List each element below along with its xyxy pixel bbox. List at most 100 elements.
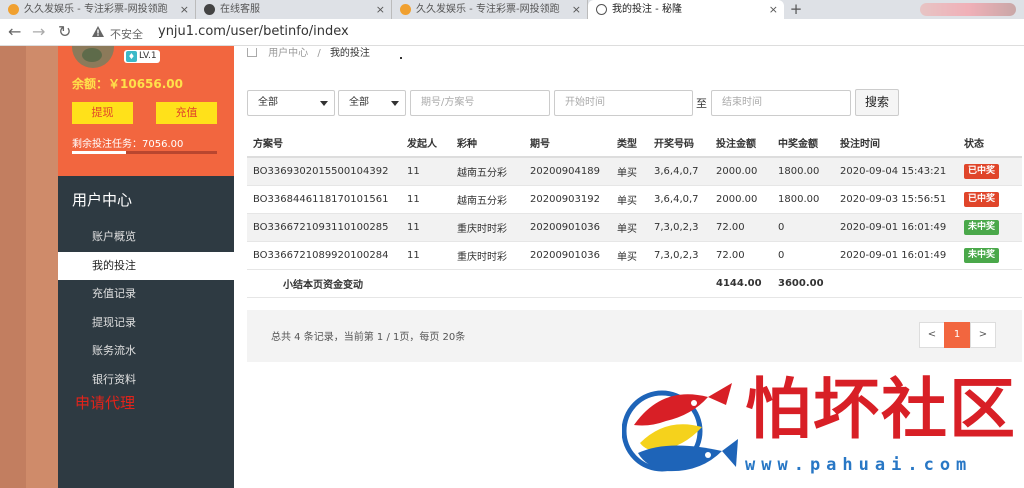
cell-issue: 20200903192 [524,185,611,214]
status-badge: 未中奖 [964,219,1000,235]
watermark-url: www.pahuai.com [745,455,973,475]
breadcrumb: 用户中心 / 我的投注 [247,44,370,59]
close-tab-icon[interactable]: × [572,0,581,19]
table-row: BO3366721093110100285 11 重庆时时彩 20200901036 单… [247,213,1022,242]
plan-id-link[interactable]: BO3366721093110100285 [247,213,401,242]
cell-draw: 3,6,4,0,7 [648,185,710,214]
browser-tab[interactable]: 在线客服 × [196,0,392,19]
summary-label: 小结本页资金变动 [247,269,710,298]
home-icon[interactable] [247,48,257,57]
sidebar-menu-item[interactable]: 银行资料 [58,366,234,394]
search-button[interactable]: 搜索 [855,89,899,116]
cell-win: 1800.00 [772,157,834,186]
breadcrumb-current: 我的投注 [329,48,370,59]
cell-time: 2020-09-01 16:01:49 [834,213,958,242]
level-badge: ♦ LV.1 [124,50,160,63]
column-header: 投注时间 [834,128,958,158]
cell-time: 2020-09-01 16:01:49 [834,241,958,270]
reload-icon[interactable]: ↻ [58,23,71,41]
browser-tab-bar: 久久发娱乐 - 专注彩票-网投领跑 × 在线客服 × 久久发娱乐 - 专注彩票-网投领跑… [0,0,1024,19]
sidebar-menu-item[interactable]: 账务流水 [58,337,234,365]
cell-bet: 72.00 [710,213,772,242]
insecure-label[interactable]: 不安全 [110,26,143,42]
new-tab-button[interactable]: + [784,0,808,19]
lottery-type-select[interactable]: 全部 [247,90,335,116]
globe-icon [596,4,607,15]
cell-type: 单买 [611,185,648,214]
cell-win: 0 [772,241,834,270]
browser-tab[interactable]: 久久发娱乐 - 专注彩票-网投领跑 × [0,0,196,19]
cell-bet: 72.00 [710,241,772,270]
column-header: 中奖金额 [772,128,834,158]
to-label: 至 [696,97,707,110]
sidebar-menu-item[interactable]: 账户概览 [58,223,234,251]
page-background-strip [0,46,58,488]
chevron-down-icon [320,101,328,106]
sidebar-menu-item[interactable]: 我的投注 [58,251,234,280]
apply-agent-link[interactable]: 申请代理 [75,392,135,413]
column-header: 期号 [524,128,611,158]
close-tab-icon[interactable]: × [180,0,189,19]
cell-win: 0 [772,213,834,242]
next-page-button[interactable]: > [970,322,996,348]
url-text[interactable]: ynju1.com/user/betinfo/index [158,24,349,39]
balance: 余额：￥10656.00 [72,77,184,91]
breadcrumb-parent[interactable]: 用户中心 [268,48,308,59]
close-tab-icon[interactable]: × [769,0,778,19]
plan-id-link[interactable]: BO3368446118170101561 [247,185,401,214]
bets-table: 方案号 发起人 彩种 期号 类型 开奖号码 投注金额 中奖金额 投注时间 状态 BO3369302… [247,128,1022,298]
cell-issue: 20200901036 [524,241,611,270]
summary-win-total: 3600.00 [772,269,834,298]
profile-avatar[interactable] [920,3,1016,16]
menu-title: 用户中心 [72,191,133,209]
cell-initiator: 11 [401,157,451,186]
withdraw-button[interactable]: 提现 [72,102,133,124]
pagination-bar: 总共 4 条记录，当前第 1 / 1页，每页 20条 < 1 > [247,310,1022,362]
cell-time: 2020-09-04 15:43:21 [834,157,958,186]
fish-logo-icon [622,383,738,472]
user-card: ♦ LV.1 余额：￥10656.00 提现 充值 剩余投注任务：7056.00 [58,46,234,176]
start-time-input[interactable]: 开始时间 [554,90,693,116]
support-icon [204,4,215,15]
forward-icon[interactable]: → [32,23,45,41]
column-header: 开奖号码 [648,128,710,158]
cell-status: 未中奖 [958,213,1022,242]
deposit-button[interactable]: 充值 [156,102,217,124]
cell-type: 单买 [611,241,648,270]
remaining-task: 剩余投注任务：7056.00 [72,139,184,150]
cell-initiator: 11 [401,185,451,214]
summary-empty [834,269,1022,298]
plan-search-input[interactable]: 期号/方案号 [410,90,550,116]
back-icon[interactable]: ← [8,23,21,41]
prev-page-button[interactable]: < [919,322,945,348]
cell-type: 单买 [611,213,648,242]
level-text: LV.1 [139,51,157,61]
summary-bet-total: 4144.00 [710,269,772,298]
column-header: 方案号 [247,128,401,158]
warning-icon[interactable] [92,26,104,37]
browser-tab[interactable]: 我的投注 - 秘隆 × [588,0,784,19]
stray-dot [400,57,402,59]
sidebar-menu-item[interactable]: 提现记录 [58,309,234,337]
plan-id-link[interactable]: BO3369302015500104392 [247,157,401,186]
close-tab-icon[interactable]: × [376,0,385,19]
site-favicon-icon [400,4,411,15]
column-header: 投注金额 [710,128,772,158]
cell-win: 1800.00 [772,185,834,214]
tab-title: 我的投注 - 秘隆 [612,4,682,15]
cell-status: 已中奖 [958,157,1022,186]
tab-title: 久久发娱乐 - 专注彩票-网投领跑 [24,4,168,15]
column-header: 状态 [958,128,1022,158]
cell-issue: 20200904189 [524,157,611,186]
status-select[interactable]: 全部 [338,90,406,116]
page-1-button[interactable]: 1 [944,322,970,348]
avatar[interactable] [72,46,114,68]
plan-id-link[interactable]: BO3366721089920100284 [247,241,401,270]
chevron-down-icon [391,101,399,106]
column-header: 彩种 [451,128,524,158]
tab-title: 久久发娱乐 - 专注彩票-网投领跑 [416,4,560,15]
browser-tab[interactable]: 久久发娱乐 - 专注彩票-网投领跑 × [392,0,588,19]
sidebar-menu-item[interactable]: 充值记录 [58,280,234,308]
end-time-input[interactable]: 结束时间 [711,90,851,116]
cell-draw: 7,3,0,2,3 [648,213,710,242]
